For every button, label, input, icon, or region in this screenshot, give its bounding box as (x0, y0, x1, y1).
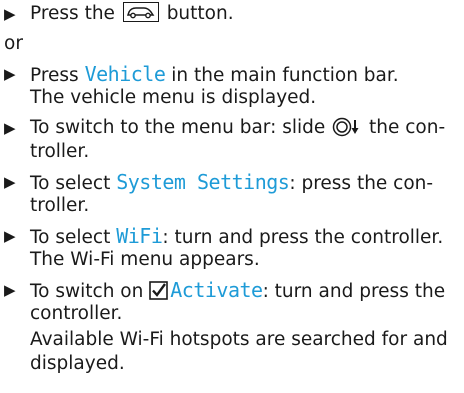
step-2-line-2: The vehicle menu is displayed. (30, 87, 317, 108)
or-separator: or (4, 33, 23, 54)
step-5-text-after: : turn and press the controller. (162, 227, 444, 248)
step-3-line-2: troller. (30, 141, 90, 162)
step-6-line-3: Available Wi-Fi hotspots are searched fo… (30, 329, 448, 350)
wifi-keyword: WiFi (116, 224, 163, 248)
controller-slide-down-icon (332, 117, 362, 144)
car-button-icon (122, 2, 159, 22)
bullet-icon: ▶ (4, 173, 16, 191)
step-1: Press the button. (30, 2, 234, 26)
step-6-text-after: : turn and press the (262, 281, 446, 302)
bullet-icon: ▶ (4, 119, 16, 137)
vehicle-keyword: Vehicle (84, 62, 166, 86)
bullet-icon: ▶ (4, 281, 16, 299)
step-5-line-2: The Wi-Fi menu appears. (30, 249, 260, 270)
system-settings-keyword: System Settings (116, 170, 290, 194)
step-6-line-4: displayed. (30, 353, 125, 374)
bullet-icon: ▶ (4, 5, 16, 23)
step-2-text-before: Press (30, 65, 85, 86)
step-3-text-before: To switch to the menu bar: slide (30, 117, 332, 138)
step-4-line-1: To select System Settings: press the con… (30, 170, 433, 196)
step-6-line-2: controller. (30, 303, 123, 324)
step-1-text-before: Press the (30, 3, 121, 24)
step-4-line-2: troller. (30, 195, 90, 216)
step-6-line-1: To switch on Activate: turn and press th… (30, 278, 445, 304)
step-1-text-after: button. (160, 3, 234, 24)
step-3-line-1: To switch to the menu bar: slide the con… (30, 116, 445, 144)
bullet-icon: ▶ (4, 227, 16, 245)
step-2-line-1: Press Vehicle in the main function bar. (30, 62, 399, 88)
manual-page: ▶ Press the button. or ▶ Press Vehicle i… (0, 0, 464, 393)
step-4-text-after: : press the con- (289, 173, 434, 194)
step-3-text-after: the con- (363, 117, 446, 138)
step-2-text-after: in the main function bar. (165, 65, 399, 86)
step-5-text-before: To select (30, 227, 117, 248)
step-5-line-1: To select WiFi: turn and press the contr… (30, 224, 443, 250)
step-6-text-before: To switch on (30, 281, 150, 302)
step-4-text-before: To select (30, 173, 117, 194)
bullet-icon: ▶ (4, 65, 16, 83)
checkbox-checked-icon (149, 281, 169, 300)
activate-keyword: Activate (170, 278, 263, 302)
